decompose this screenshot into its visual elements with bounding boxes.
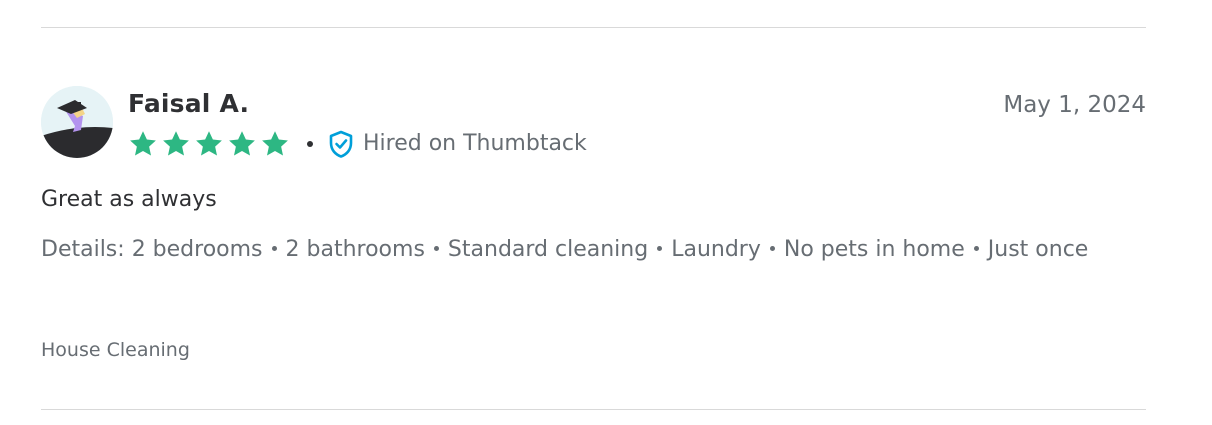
hired-badge-label: Hired on Thumbtack xyxy=(363,131,587,156)
detail-item: 2 bathrooms xyxy=(285,237,425,262)
separator-dot xyxy=(307,141,313,147)
separator-dot xyxy=(433,245,439,251)
top-divider xyxy=(41,27,1146,28)
review-text: Great as always xyxy=(41,187,217,212)
reviewer-name: Faisal A. xyxy=(128,89,250,118)
details-label: Details: xyxy=(41,237,125,262)
separator-dot xyxy=(973,245,979,251)
separator-dot xyxy=(271,245,277,251)
star-icon xyxy=(161,129,191,159)
detail-item: 2 bedrooms xyxy=(131,237,263,262)
review-date: May 1, 2024 xyxy=(1003,92,1146,118)
detail-item: Just once xyxy=(987,237,1089,262)
detail-item: No pets in home xyxy=(783,237,965,262)
bottom-divider xyxy=(41,409,1146,410)
detail-item: Standard cleaning xyxy=(447,237,649,262)
detail-item: Laundry xyxy=(671,237,761,262)
separator-dot xyxy=(769,245,775,251)
star-rating xyxy=(128,129,290,159)
star-icon xyxy=(128,129,158,159)
star-icon xyxy=(260,129,290,159)
star-icon xyxy=(194,129,224,159)
shield-check-icon xyxy=(328,130,354,158)
review-details: Details: 2 bedrooms 2 bathrooms Standard c… xyxy=(41,232,1146,268)
star-icon xyxy=(227,129,257,159)
avatar xyxy=(41,86,113,158)
service-category: House Cleaning xyxy=(41,339,190,361)
separator-dot xyxy=(657,245,663,251)
rating-row: Hired on Thumbtack xyxy=(128,128,587,160)
